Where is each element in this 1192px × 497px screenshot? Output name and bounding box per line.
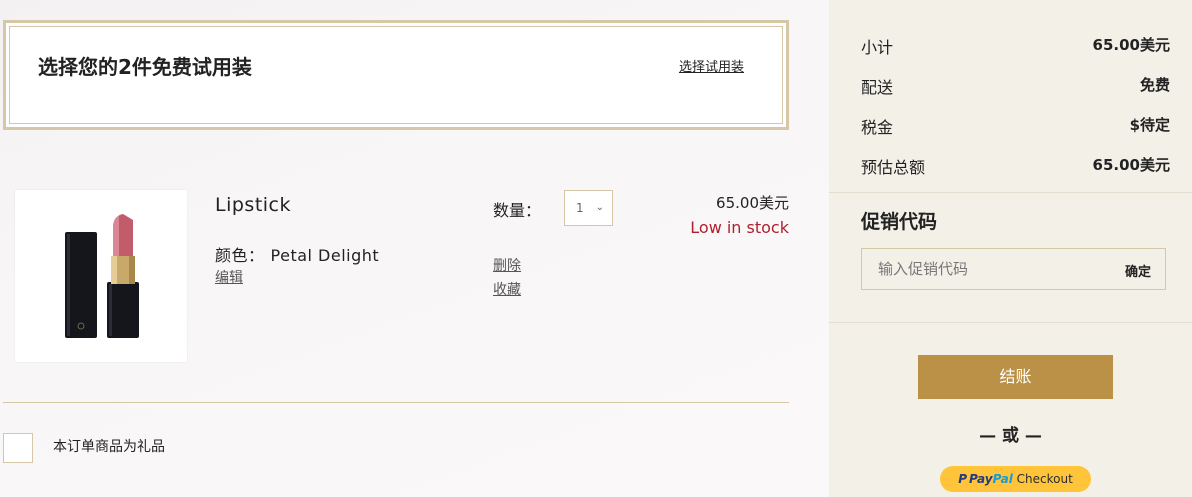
paypal-icon: P (958, 472, 967, 486)
cart-panel: 选择您的2件免费试用装 选择试用装 Lipstick 颜色： Petal Deli… (0, 0, 829, 497)
paypal-logo-pal: Pal (992, 472, 1013, 486)
save-for-later-link[interactable]: 收藏 (493, 279, 521, 299)
promo-code-box: 确定 (861, 248, 1166, 290)
product-price: 65.00美元 (716, 194, 789, 212)
quantity-label: 数量： (493, 201, 542, 220)
product-color-value: Petal Delight (270, 246, 380, 265)
promo-apply-button[interactable]: 确定 (1125, 261, 1151, 280)
free-samples-title: 选择您的2件免费试用装 (38, 55, 252, 79)
product-color: 颜色： Petal Delight (215, 242, 379, 266)
summary-row-subtotal: 小计 65.00美元 (861, 34, 1170, 58)
quantity-select[interactable]: 1 ⌄ (564, 190, 613, 226)
subtotal-label: 小计 (861, 38, 894, 57)
product-image (15, 190, 187, 362)
total-label: 预估总额 (861, 158, 926, 177)
product-color-label: 颜色： (215, 246, 265, 265)
subtotal-value: 65.00美元 (1092, 36, 1170, 54)
chevron-down-icon: ⌄ (595, 202, 604, 213)
lipstick-icon (65, 214, 139, 338)
quantity-value: 1 (576, 201, 584, 215)
stock-status: Low in stock (690, 218, 789, 237)
product-name: Lipstick (215, 194, 292, 216)
order-summary-panel: 小计 65.00美元 配送 免费 税金 $待定 预估总额 65.00美元 促销代… (829, 0, 1192, 497)
summary-divider (829, 192, 1192, 193)
tax-value: $待定 (1129, 116, 1170, 134)
remove-link[interactable]: 删除 (493, 255, 521, 275)
paypal-logo-pay: Pay (969, 472, 993, 486)
gift-checkbox[interactable] (3, 433, 33, 463)
or-separator: — 或 — (979, 426, 1042, 446)
shipping-label: 配送 (861, 78, 894, 97)
promo-divider (829, 322, 1192, 323)
tax-label: 税金 (861, 118, 894, 137)
checkout-button[interactable]: 结账 (918, 355, 1113, 399)
divider (3, 402, 789, 403)
summary-row-shipping: 配送 免费 (861, 74, 1170, 98)
summary-row-total: 预估总额 65.00美元 (861, 154, 1170, 178)
total-value: 65.00美元 (1092, 156, 1170, 174)
promo-code-input[interactable] (862, 249, 1102, 289)
shipping-value: 免费 (1139, 76, 1170, 94)
free-samples-box: 选择您的2件免费试用装 选择试用装 (3, 20, 789, 130)
gift-label: 本订单商品为礼品 (53, 439, 165, 455)
paypal-checkout-button[interactable]: P PayPal Checkout (940, 466, 1091, 492)
edit-link[interactable]: 编辑 (215, 267, 243, 287)
choose-samples-link[interactable]: 选择试用装 (679, 56, 744, 75)
summary-row-tax: 税金 $待定 (861, 114, 1170, 138)
promo-title: 促销代码 (861, 211, 938, 233)
paypal-checkout-label: Checkout (1016, 472, 1073, 486)
